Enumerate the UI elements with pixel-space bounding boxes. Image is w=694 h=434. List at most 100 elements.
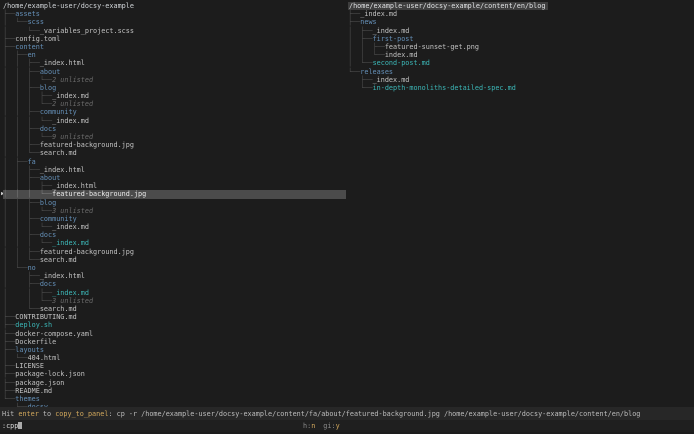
file-name: featured-background.jpg	[39, 247, 134, 256]
tree-node[interactable]: ├──config.toml	[3, 35, 346, 43]
tree-node[interactable]: │ │ │ └──_index.md	[3, 239, 346, 247]
directory-name: blog	[39, 198, 57, 207]
tree-guide: │ │ │ └──	[3, 75, 53, 84]
tree-node[interactable]: │ │ └──search.md	[3, 256, 346, 264]
tree-node[interactable]: │ │ ├──_index.md	[3, 289, 346, 297]
tree-node[interactable]: │ │ └──search.md	[3, 149, 346, 157]
tree-guide: │ │ └──	[3, 255, 40, 264]
file-name: featured-sunset-get.png	[384, 42, 479, 51]
tree-node[interactable]: ├──layouts	[3, 346, 346, 354]
tree-node[interactable]: │ └──404.html	[3, 354, 346, 362]
tree-guide: │ │ │ ├──	[3, 92, 53, 101]
tree-node[interactable]: └──themes	[3, 395, 346, 403]
file-name: _index.html	[39, 272, 85, 281]
tree-node[interactable]: │ │ ├──_index.html	[3, 166, 346, 174]
right-panel-root-path[interactable]: /home/example-user/docsy-example/content…	[348, 2, 691, 10]
tree-guide: │ └──	[3, 304, 40, 313]
tree-node[interactable]: ├──news	[348, 18, 691, 26]
tree-guide: │ │ │ └──	[3, 223, 53, 232]
tree-node[interactable]: │ ├──fa	[3, 158, 346, 166]
tree-node[interactable]: │ └──search.md	[3, 305, 346, 313]
tree-node[interactable]: ├──assets	[3, 10, 346, 18]
tree-node[interactable]: │ │ │ └──3 unlisted	[3, 207, 346, 215]
left-panel-root-path[interactable]: /home/example-user/docsy-example	[3, 2, 346, 10]
tree-node[interactable]: │ ├──_index.md	[348, 27, 691, 35]
status-text: Hit	[2, 409, 19, 418]
tree-node[interactable]: ├──README.md	[3, 387, 346, 395]
tree-node[interactable]: │ │ │ └──_index.md	[3, 117, 346, 125]
directory-name: fa	[27, 157, 36, 166]
tree-node[interactable]: ├──CONTRIBUTING.md	[3, 313, 346, 321]
tree-node[interactable]: │ │ ├──featured-background.jpg	[3, 248, 346, 256]
directory-name: community	[39, 108, 77, 117]
tree-guide: │ │ │ └──	[3, 206, 53, 215]
tree-node[interactable]: ├──package.json	[3, 379, 346, 387]
tree-guide: ├──	[3, 378, 16, 387]
tree-guide: │ │ │ └──	[3, 239, 53, 248]
file-name: package.json	[15, 378, 65, 387]
tree-node[interactable]: ├──Dockerfile	[3, 338, 346, 346]
tree-guide: │ │ ├──	[3, 83, 40, 92]
tree-node[interactable]: │ │ ├──community	[3, 215, 346, 223]
tree-guide: │ └──	[3, 354, 28, 363]
tree-guide: │ └──	[3, 18, 28, 27]
tree-node[interactable]: ├──package-lock.json	[3, 370, 346, 378]
tree-node[interactable]: └──in-depth-monoliths-detailed-spec.md	[348, 84, 691, 92]
file-name: _index.md	[372, 75, 410, 84]
tree-guide: │ ├──	[348, 26, 373, 35]
tree-guide: │ │ ├──	[3, 247, 40, 256]
tree-node[interactable]: │ └──_variables_project.scss	[3, 27, 346, 35]
tree-node[interactable]: │ └──no	[3, 264, 346, 272]
tree-guide: └──	[348, 67, 361, 76]
tree-guide: │ │ ├──	[3, 124, 40, 133]
tree-node[interactable]: │ │ ├──featured-sunset-get.png	[348, 43, 691, 51]
file-name: _index.md	[372, 26, 410, 35]
tree-node[interactable]: │ │ │ └──2 unlisted	[3, 76, 346, 84]
directory-name: no	[27, 264, 36, 272]
tree-node[interactable]: ├──docker-compose.yaml	[3, 330, 346, 338]
tree-node[interactable]: │ ├──first-post	[348, 35, 691, 43]
file-name: featured-background.jpg	[52, 190, 147, 199]
command-input-value: :cpp	[2, 422, 19, 430]
tree-node[interactable]: ├──_index.md	[348, 10, 691, 18]
tree-node[interactable]: │ │ ├──blog	[3, 84, 346, 92]
tree-guide: ├──	[348, 10, 361, 19]
tree-node[interactable]: │ │ ├──docs	[3, 125, 346, 133]
tree-node[interactable]: ├──_index.md	[348, 76, 691, 84]
tree-guide: │ ├──	[3, 272, 40, 281]
tree-node[interactable]: │ └──second-post.md	[348, 59, 691, 67]
tree-guide: │ │ ├──	[3, 108, 40, 117]
tree-node[interactable]: │ │ │ └──9 unlisted	[3, 133, 346, 141]
tree-node[interactable]: │ │ ├──about	[3, 68, 346, 76]
status-text: to	[38, 409, 56, 418]
tree-guide: ├──	[3, 321, 16, 330]
tree-guide: │ │ ├──	[348, 42, 385, 51]
tree-node[interactable]: │ │ ├──blog	[3, 199, 346, 207]
flag-label: h:	[303, 422, 312, 430]
tree-node[interactable]: ├──content	[3, 43, 346, 51]
command-input[interactable]: :cpp	[2, 420, 23, 432]
unlisted-count: 3 unlisted	[52, 206, 94, 215]
tree-guide: ├──	[3, 386, 16, 395]
tree-node[interactable]: │ │ ├──community	[3, 108, 346, 116]
tree-guide: │ │ ├──	[3, 67, 40, 76]
file-name: _index.html	[39, 165, 85, 174]
file-name: second-post.md	[372, 59, 430, 68]
tree-node[interactable]: │ │ ├──about	[3, 174, 346, 182]
unlisted-count: 3 unlisted	[52, 296, 94, 305]
status-bar: Hit enter to copy_to_panel: cp -r /home/…	[0, 407, 694, 420]
tree-node[interactable]: ├──deploy.sh	[3, 321, 346, 329]
tree-guide: │ ├──	[3, 51, 28, 60]
tree-node[interactable]: │ │ └──3 unlisted	[3, 297, 346, 305]
file-name: search.md	[39, 149, 77, 158]
tree-node[interactable]: └──releases	[348, 68, 691, 76]
tree-guide: ├──	[3, 345, 16, 354]
tree-node[interactable]: │ ├──docs	[3, 280, 346, 288]
tree-node[interactable]: │ │ │ └──featured-background.jpg	[3, 190, 346, 199]
tree-node[interactable]: │ └──scss	[3, 18, 346, 26]
tree-guide: │ │ ├──	[3, 141, 40, 150]
tree-node[interactable]: │ │ ├──_index.html	[3, 59, 346, 67]
directory-name: blog	[39, 83, 57, 92]
tree-guide: │ │ │ └──	[3, 116, 53, 125]
tree-guide: ├──	[3, 329, 16, 338]
